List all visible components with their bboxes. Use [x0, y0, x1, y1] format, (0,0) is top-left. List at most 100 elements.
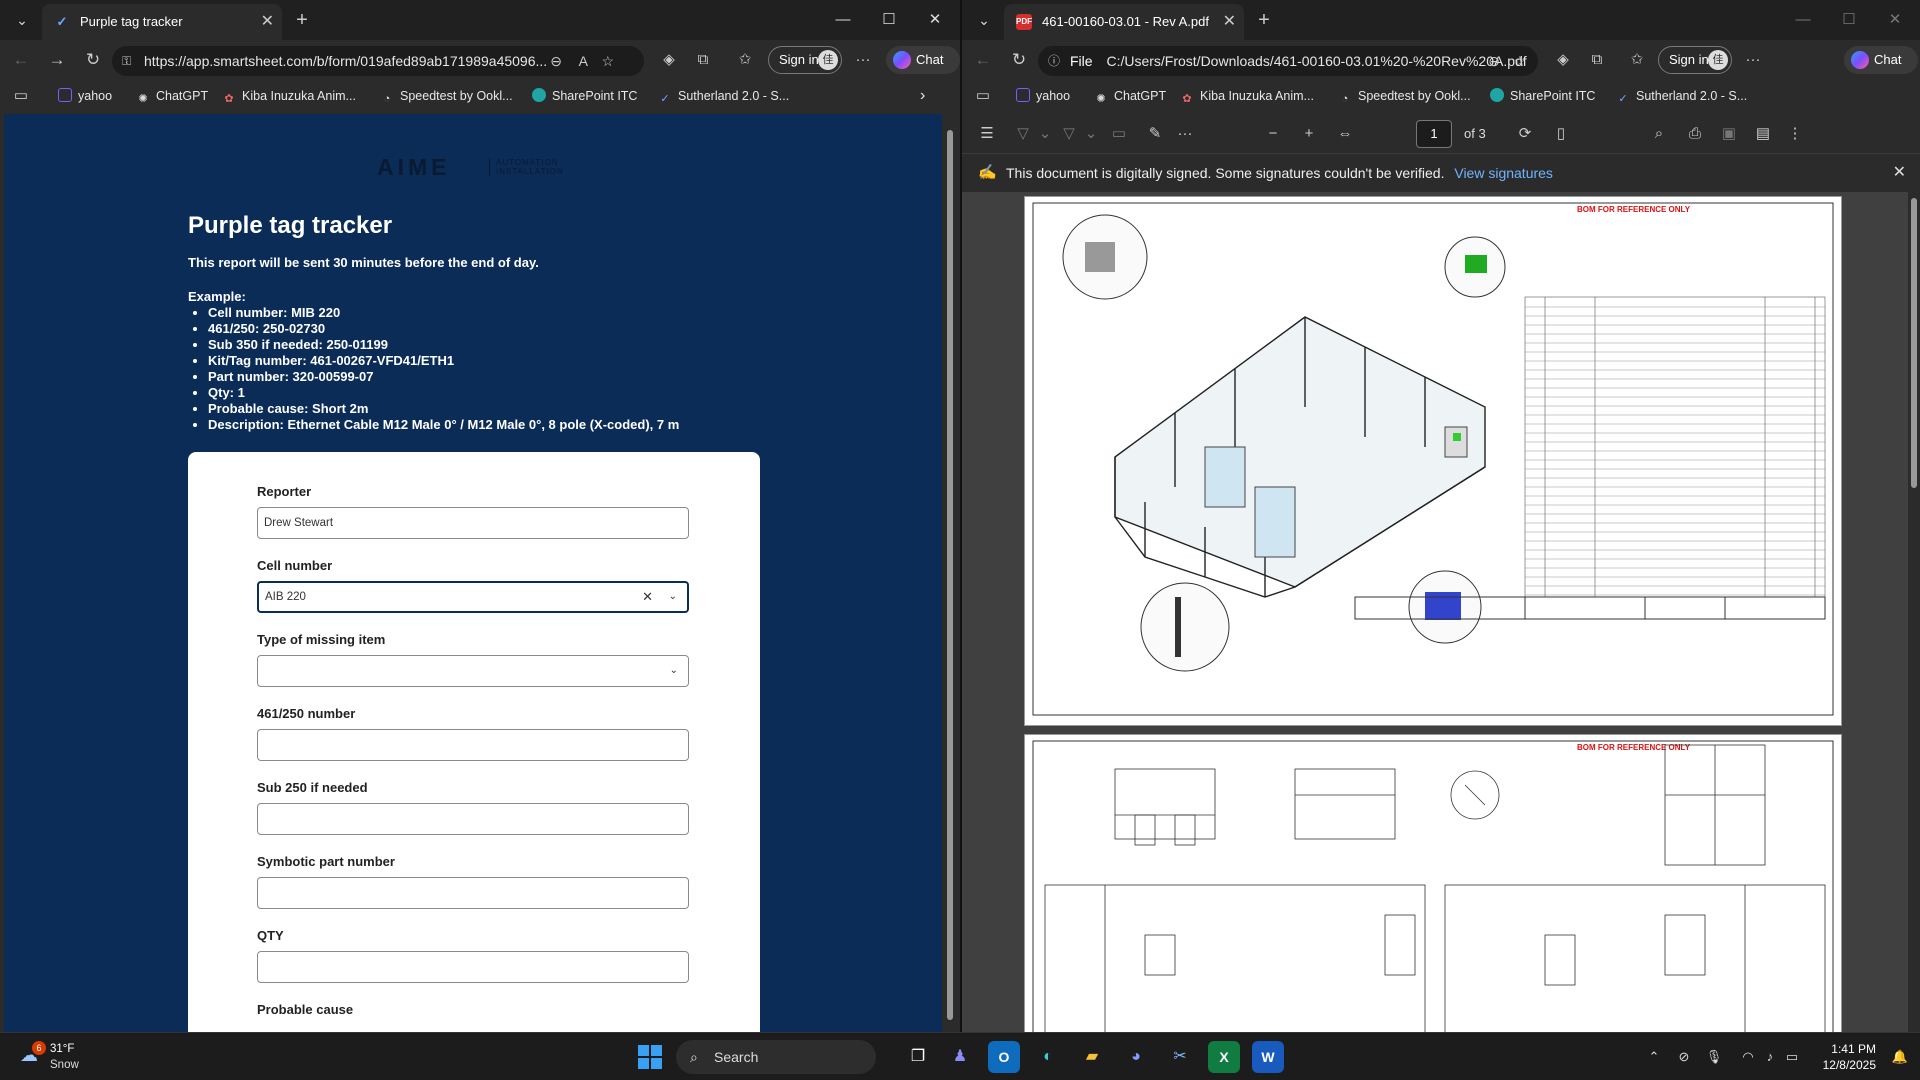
favorites-icon[interactable]: ✩	[734, 49, 756, 71]
new-tab-button[interactable]: +	[288, 8, 316, 32]
bookmark-speedtest[interactable]: ◔ Speedtest by Ookl...	[1338, 80, 1471, 112]
refresh-button[interactable]: ↻	[1006, 48, 1032, 72]
back-button[interactable]: ←	[970, 48, 996, 72]
system-clock[interactable]: 1:41 PM 12/8/2025	[1823, 1041, 1876, 1073]
word-icon[interactable]: W	[1252, 1041, 1284, 1073]
pdf-document-area[interactable]: BOM FOR REFERENCE ONLY BOM FOR REFERENCE…	[962, 192, 1908, 1032]
extensions-icon[interactable]: ⧉	[1586, 49, 1608, 71]
tab-purple-tag-tracker[interactable]: ✓ Purple tag tracker ✕	[42, 4, 282, 40]
more-menu-icon[interactable]: ⋮	[1784, 123, 1806, 145]
minimize-button[interactable]: —	[820, 0, 866, 40]
number-461-250-input[interactable]	[257, 729, 689, 761]
address-bar[interactable]: ⓘ File C:/Users/Frost/Downloads/461-0016…	[1038, 46, 1538, 76]
close-icon[interactable]: ✕	[261, 4, 274, 40]
bookmark-yahoo[interactable]: yahoo	[1016, 80, 1070, 112]
bookmarks-overflow-icon[interactable]: ›	[920, 80, 925, 112]
pdf-scrollbar[interactable]	[1908, 192, 1920, 1032]
zoom-in-icon[interactable]: +	[1298, 123, 1320, 145]
copilot-chat-button[interactable]: Chat	[1844, 46, 1918, 74]
favorite-star-icon[interactable]: ☆	[1513, 46, 1526, 76]
favorite-star-icon[interactable]: ☆	[601, 46, 614, 76]
bookmark-sutherland[interactable]: ✓ Sutherland 2.0 - S...	[658, 80, 789, 112]
close-icon[interactable]: ✕	[1223, 4, 1236, 40]
more-tools-icon[interactable]: ···	[1174, 123, 1196, 145]
minimize-button[interactable]: —	[1780, 0, 1826, 40]
collections-icon[interactable]: ▭	[10, 85, 32, 107]
snipping-tool-icon[interactable]: ✂	[1164, 1041, 1196, 1073]
cell-number-select[interactable]: AIB 220 ✕ ⌄	[257, 581, 689, 613]
info-icon[interactable]: ⓘ	[1048, 46, 1060, 76]
microphone-icon[interactable]: 🎙	[1704, 1047, 1724, 1067]
sub-250-input[interactable]	[257, 803, 689, 835]
bookmark-chatgpt[interactable]: ✺ ChatGPT	[1094, 80, 1166, 112]
draw-icon[interactable]: ▽	[1058, 123, 1080, 145]
chevron-down-icon[interactable]: ⌄	[1034, 123, 1056, 145]
text-icon[interactable]: ✎	[1144, 123, 1166, 145]
scrollbar-thumb[interactable]	[1911, 198, 1917, 488]
teams-icon[interactable]: ♟	[944, 1041, 976, 1073]
copilot-chat-button[interactable]: Chat	[886, 46, 960, 74]
chevron-up-icon[interactable]: ⌃	[1644, 1047, 1664, 1067]
qty-input[interactable]	[257, 951, 689, 983]
sign-in-button[interactable]: Sign in 佳	[1658, 46, 1732, 74]
bookmark-sharepoint[interactable]: SharePoint ITC	[532, 80, 637, 112]
copilot-extension-icon[interactable]: ◈	[1552, 49, 1574, 71]
zoom-out-icon[interactable]: −	[1262, 123, 1284, 145]
more-menu-icon[interactable]: ···	[1742, 49, 1764, 71]
file-explorer-icon[interactable]: ▰	[1076, 1041, 1108, 1073]
address-bar[interactable]: ⚿ https://app.smartsheet.com/b/form/019a…	[112, 46, 644, 76]
volume-icon[interactable]: ♪	[1760, 1047, 1780, 1067]
favorites-icon[interactable]: ✩	[1626, 49, 1648, 71]
battery-icon[interactable]: ▭	[1782, 1047, 1802, 1067]
maximize-button[interactable]: ☐	[866, 0, 912, 40]
bookmark-sharepoint[interactable]: SharePoint ITC	[1490, 80, 1595, 112]
bookmark-speedtest[interactable]: ◔ Speedtest by Ookl...	[380, 80, 513, 112]
view-signatures-link[interactable]: View signatures	[1454, 165, 1553, 181]
clear-icon[interactable]: ✕	[642, 583, 653, 611]
missing-item-type-select[interactable]: ⌄	[257, 655, 689, 687]
excel-icon[interactable]: X	[1208, 1041, 1240, 1073]
forward-button[interactable]: →	[44, 48, 70, 72]
save-icon[interactable]: ▣	[1718, 123, 1740, 145]
tab-actions-menu[interactable]: ⌄	[970, 8, 998, 32]
zoom-icon[interactable]: ⊖	[550, 46, 562, 76]
erase-icon[interactable]: ▭	[1108, 123, 1130, 145]
new-tab-button[interactable]: +	[1250, 8, 1278, 32]
refresh-button[interactable]: ↻	[80, 48, 106, 72]
bookmark-chatgpt[interactable]: ✺ ChatGPT	[136, 80, 208, 112]
close-window-button[interactable]: ✕	[912, 0, 958, 40]
bookmark-sutherland[interactable]: ✓ Sutherland 2.0 - S...	[1616, 80, 1747, 112]
start-button[interactable]	[638, 1045, 662, 1069]
maximize-button[interactable]: ☐	[1826, 0, 1872, 40]
more-menu-icon[interactable]: ···	[852, 49, 874, 71]
bookmark-kiba[interactable]: ✿ Kiba Inuzuka Anim...	[222, 80, 356, 112]
print-icon[interactable]: ⎙	[1684, 123, 1706, 145]
scrollbar-thumb[interactable]	[947, 130, 953, 1020]
notification-bell-icon[interactable]: 🔔	[1890, 1047, 1910, 1067]
fit-page-icon[interactable]: ⇔	[1334, 123, 1356, 145]
save-as-icon[interactable]: ▤	[1752, 123, 1774, 145]
rotate-icon[interactable]: ⟳	[1514, 123, 1536, 145]
bookmark-kiba[interactable]: ✿ Kiba Inuzuka Anim...	[1180, 80, 1314, 112]
extensions-icon[interactable]: ⧉	[692, 49, 714, 71]
discord-icon[interactable]: ◕	[1120, 1041, 1152, 1073]
chevron-down-icon[interactable]: ⌄	[669, 583, 677, 611]
tab-pdf[interactable]: PDF 461-00160-03.01 - Rev A.pdf ✕	[1004, 4, 1244, 40]
sign-in-button[interactable]: Sign in 佳	[768, 46, 842, 74]
page-number-input[interactable]: 1	[1416, 120, 1452, 148]
page-scrollbar[interactable]	[944, 114, 956, 1032]
collections-icon[interactable]: ▭	[972, 85, 994, 107]
taskbar-search[interactable]: ⌕ Search	[676, 1040, 876, 1074]
close-window-button[interactable]: ✕	[1872, 0, 1918, 40]
back-button[interactable]: ←	[8, 48, 34, 72]
reporter-input[interactable]: Drew Stewart	[257, 507, 689, 539]
bookmark-yahoo[interactable]: yahoo	[58, 80, 112, 112]
tab-actions-menu[interactable]: ⌄	[8, 8, 36, 32]
task-view-icon[interactable]: ❐	[902, 1041, 934, 1073]
symbotic-part-input[interactable]	[257, 877, 689, 909]
highlight-icon[interactable]: ▽	[1012, 123, 1034, 145]
outlook-icon[interactable]: O	[988, 1041, 1020, 1073]
chevron-down-icon[interactable]: ⌄	[670, 656, 678, 686]
zoom-icon[interactable]: ⊖	[1488, 46, 1500, 76]
edge-icon[interactable]: ◐	[1032, 1041, 1064, 1073]
